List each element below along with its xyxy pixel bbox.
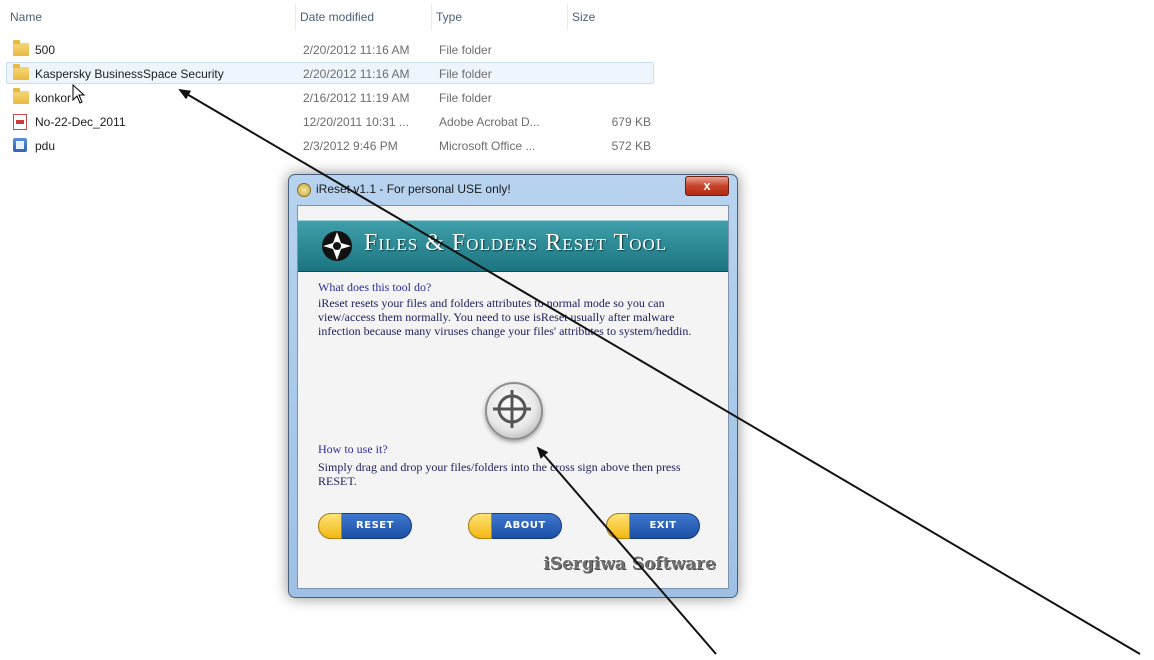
file-row[interactable]: konkor 2/16/2012 11:19 AM File folder xyxy=(6,86,654,108)
pdf-icon xyxy=(13,114,27,130)
exit-button-cap xyxy=(606,513,630,539)
shield-burst-icon xyxy=(322,231,352,261)
column-header-type[interactable]: Type xyxy=(432,4,568,30)
brand-watermark: iSergiwa Software xyxy=(543,554,716,574)
folder-icon xyxy=(13,88,29,104)
banner-title: Files & Folders Reset Tool xyxy=(364,230,668,256)
crosshair-drop-target[interactable] xyxy=(485,382,543,440)
how-description: Simply drag and drop your files/folders … xyxy=(318,460,681,488)
file-date-modified: 2/20/2012 11:16 AM xyxy=(303,43,410,57)
dialog-titlebar[interactable]: iReset v1.1 - For personal USE only! x xyxy=(289,175,737,205)
file-name: konkor xyxy=(35,91,72,105)
ireset-dialog: iReset v1.1 - For personal USE only! x F… xyxy=(288,174,738,598)
column-header-name[interactable]: Name xyxy=(6,4,296,30)
about-button-cap xyxy=(468,513,492,539)
about-button-label: ABOUT xyxy=(504,520,546,531)
dialog-body: Files & Folders Reset Tool What does thi… xyxy=(297,205,729,589)
tool-banner: Files & Folders Reset Tool xyxy=(298,220,728,272)
mouse-cursor-icon xyxy=(72,84,86,104)
file-type: Adobe Acrobat D... xyxy=(439,115,540,129)
reset-button-cap xyxy=(318,513,342,539)
about-button[interactable]: ABOUT xyxy=(468,513,562,539)
file-name: Kaspersky BusinessSpace Security xyxy=(35,67,224,81)
dialog-title: iReset v1.1 - For personal USE only! xyxy=(316,182,511,196)
file-date-modified: 12/20/2011 10:31 ... xyxy=(303,115,409,129)
folder-icon xyxy=(13,64,29,80)
file-name: No-22-Dec_2011 xyxy=(35,115,126,129)
close-button[interactable]: x xyxy=(685,176,729,196)
what-heading: What does this tool do? xyxy=(318,280,432,294)
crosshair-icon xyxy=(493,390,531,428)
file-name: 500 xyxy=(35,43,56,57)
file-size: 679 KB xyxy=(611,115,651,129)
reset-button[interactable]: RESET xyxy=(318,513,412,539)
column-header-date-modified[interactable]: Date modified xyxy=(296,4,432,30)
file-type: File folder xyxy=(439,91,492,105)
file-row[interactable]: No-22-Dec_2011 12/20/2011 10:31 ... Adobe … xyxy=(6,110,654,132)
how-heading: How to use it? xyxy=(318,442,388,456)
file-row[interactable]: 500 2/20/2012 11:16 AM File folder xyxy=(6,38,654,60)
column-header-size[interactable]: Size xyxy=(568,4,658,30)
exit-button[interactable]: EXIT xyxy=(606,513,700,539)
file-type: File folder xyxy=(439,67,492,81)
file-row[interactable]: pdu 2/3/2012 9:46 PM Microsoft Office ... 5… xyxy=(6,134,654,156)
file-type: File folder xyxy=(439,43,492,57)
reset-button-label: RESET xyxy=(356,520,394,531)
file-size: 572 KB xyxy=(611,139,651,153)
file-date-modified: 2/20/2012 11:16 AM xyxy=(303,67,410,81)
what-description: iReset resets your files and folders att… xyxy=(318,296,692,338)
file-date-modified: 2/16/2012 11:19 AM xyxy=(303,91,410,105)
app-icon xyxy=(297,183,311,197)
word-doc-icon xyxy=(13,138,27,152)
folder-icon xyxy=(13,40,29,56)
exit-button-label: EXIT xyxy=(649,520,677,531)
file-date-modified: 2/3/2012 9:46 PM xyxy=(303,139,398,153)
file-type: Microsoft Office ... xyxy=(439,139,536,153)
file-row[interactable]: Kaspersky BusinessSpace Security 2/20/201… xyxy=(6,62,654,84)
file-name: pdu xyxy=(35,139,56,153)
